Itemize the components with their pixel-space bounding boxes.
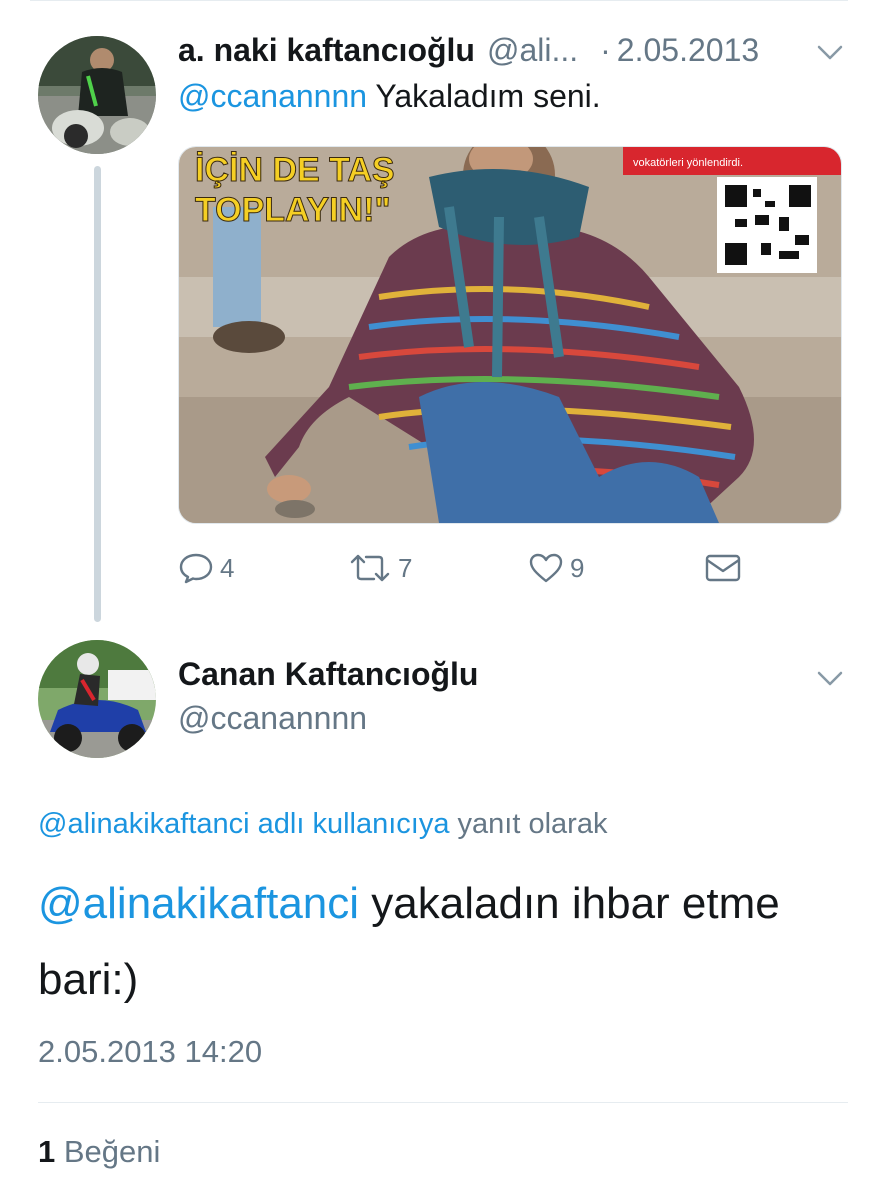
replying-to-link[interactable]: @alinakikaftanci adlı kullanıcıya	[38, 808, 449, 840]
parent-author-avatar[interactable]	[38, 36, 156, 154]
replying-to-suffix: yanıt olarak	[457, 808, 608, 840]
main-tweet-text: @alinakikaftanci yakaladın ihbar etme ba…	[38, 866, 848, 1018]
parent-tweet-text: @ccanannnn Yakaladım seni.	[178, 78, 601, 115]
parent-tweet-body: Yakaladım seni.	[375, 78, 601, 114]
main-author-name[interactable]: Canan Kaftancıoğlu	[178, 656, 478, 693]
photo-headline-line-1: İÇİN DE TAŞ	[195, 151, 395, 189]
parent-tweet-mention[interactable]: @ccanannnn	[178, 78, 367, 114]
parent-tweet-header: a. naki kaftancıoğlu @ali... · 2.05.2013	[178, 28, 759, 72]
main-author-handle[interactable]: @ccanannnn	[178, 700, 367, 737]
likes-count: 1	[38, 1134, 56, 1169]
main-tweet-timestamp[interactable]: 2.05.2013 14:20	[38, 1034, 262, 1070]
heart-icon	[529, 553, 563, 583]
parent-tweet-date[interactable]: 2.05.2013	[617, 32, 759, 69]
stats-divider	[38, 1102, 848, 1103]
retweet-arrows-icon	[350, 554, 390, 582]
parent-author-name[interactable]: a. naki kaftancıoğlu	[178, 32, 475, 69]
chevron-down-icon[interactable]	[816, 44, 844, 62]
retweet-button[interactable]: 7	[348, 548, 412, 588]
retweet-count: 7	[398, 552, 413, 583]
photo-caption-strip: vokatörleri yönlendirdi.	[633, 157, 743, 169]
parent-author-handle[interactable]: @ali...	[487, 32, 578, 69]
likes-label: Beğeni	[63, 1134, 161, 1169]
parent-tweet-actions: 4 7 9	[178, 548, 758, 588]
direct-message-button[interactable]	[704, 548, 748, 588]
tweet-photo[interactable]: vokatörleri yönlendirdi. İÇİN DE TAŞ TOP…	[178, 146, 842, 524]
envelope-icon	[705, 554, 741, 582]
likes-summary[interactable]: 1 Beğeni	[38, 1134, 160, 1170]
main-author-avatar[interactable]	[38, 640, 156, 758]
replying-to-line: @alinakikaftanci adlı kullanıcıya yanıt …	[38, 808, 607, 841]
main-tweet-mention[interactable]: @alinakikaftanci	[38, 879, 359, 928]
separator-dot: ·	[600, 31, 611, 68]
chevron-down-icon[interactable]	[816, 670, 844, 688]
speech-bubble-icon	[179, 553, 213, 584]
reply-count: 4	[220, 552, 235, 583]
thread-connector-line	[94, 166, 101, 622]
top-divider	[30, 0, 848, 1]
reply-button[interactable]: 4	[178, 548, 234, 588]
photo-headline-line-2: TOPLAYIN!"	[195, 191, 391, 229]
like-count: 9	[570, 552, 585, 583]
like-button[interactable]: 9	[528, 548, 584, 588]
